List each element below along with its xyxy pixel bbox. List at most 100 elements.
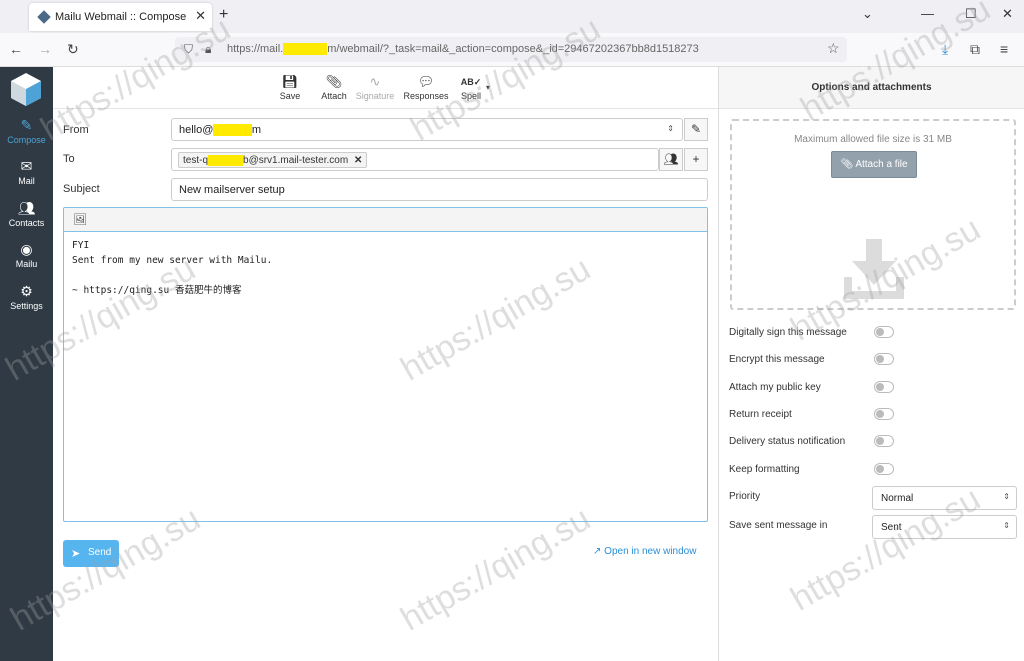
message-body[interactable]: FYI Sent from my new server with Mailu. …: [72, 238, 272, 298]
browser-nav-bar: ← → ↻ ⛉ 🔒︎ https://mail.xxxxxxxxm/webmai…: [0, 33, 1024, 67]
priority-select[interactable]: Normal ⇕: [872, 486, 1017, 510]
remove-recipient-icon[interactable]: ✕: [354, 155, 362, 166]
subject-label: Subject: [63, 183, 100, 195]
url-text: https://mail.xxxxxxxxm/webmail/?_task=ma…: [227, 43, 699, 55]
edit-identity-button[interactable]: ✎: [684, 118, 708, 141]
back-icon[interactable]: ←: [9, 41, 23, 57]
signature-button[interactable]: ∿ Signature: [355, 73, 395, 101]
select-arrows-icon: ⇕: [1003, 492, 1010, 501]
return-receipt-label: Return receipt: [729, 409, 792, 420]
from-label: From: [63, 124, 89, 136]
shield-icon[interactable]: ⛉: [184, 42, 193, 57]
compose-toolbar: 💾︎ Save 📎︎ Attach ∿ Signature 💬︎ Respons…: [53, 67, 718, 109]
contacts-icon: 👥︎: [663, 152, 679, 166]
keep-formatting-toggle[interactable]: [874, 463, 894, 475]
save-button[interactable]: 💾︎ Save: [278, 73, 302, 101]
address-bar[interactable]: ⛉ 🔒︎ https://mail.xxxxxxxxm/webmail/?_ta…: [175, 37, 847, 62]
encrypt-toggle[interactable]: [874, 353, 894, 365]
message-editor[interactable]: 🖼︎ FYI Sent from my new server with Mail…: [63, 207, 708, 522]
save-sent-select[interactable]: Sent ⇕: [872, 515, 1017, 539]
spell-label: Spell: [460, 91, 481, 101]
downloads-icon[interactable]: ⤓: [942, 41, 948, 58]
reload-icon[interactable]: ↻: [67, 41, 79, 58]
signature-label: Signature: [355, 91, 395, 101]
delivery-status-toggle[interactable]: [874, 435, 894, 447]
send-button[interactable]: ➤ Send: [63, 540, 119, 567]
sidebar-item-compose[interactable]: ✎ Compose: [0, 117, 53, 157]
subject-value: New mailserver setup: [179, 184, 285, 196]
priority-label: Priority: [729, 491, 761, 502]
spell-button[interactable]: AB✓ Spell: [458, 73, 484, 101]
forward-icon[interactable]: →: [38, 41, 52, 57]
sidebar-item-settings[interactable]: ⚙ Settings: [0, 283, 53, 323]
open-in-new-window-link[interactable]: ↗ Open in new window: [593, 546, 696, 557]
app-sidebar: ✎ Compose ✉ Mail 👥︎ Contacts ◉ Mailu ⚙ S…: [0, 67, 53, 661]
paperclip-icon: 📎︎: [840, 159, 854, 170]
gear-icon: ⚙: [20, 283, 33, 299]
digitally-sign-label: Digitally sign this message: [729, 327, 847, 338]
external-window-icon: ↗: [593, 546, 602, 557]
to-label: To: [63, 153, 75, 165]
browser-tab-bar: Mailu Webmail :: Compose ✕ + ⌄ — ☐ ✕: [0, 0, 1024, 33]
sidebar-item-mailu[interactable]: ◉ Mailu: [0, 241, 53, 281]
digitally-sign-toggle[interactable]: [874, 326, 894, 338]
responses-label: Responses: [403, 91, 449, 101]
new-tab-icon[interactable]: +: [219, 6, 228, 24]
encrypt-label: Encrypt this message: [729, 354, 825, 365]
attach-button[interactable]: 📎︎ Attach: [318, 73, 350, 101]
priority-value: Normal: [881, 493, 914, 504]
panel-divider: [718, 67, 719, 661]
return-receipt-toggle[interactable]: [874, 408, 894, 420]
max-file-size-text: Maximum allowed file size is 31 MB: [794, 134, 952, 145]
select-arrows-icon: ⇕: [667, 124, 674, 133]
recipient-chip[interactable]: test-qxxxxxxxb@srv1.mail-tester.com ✕: [178, 152, 368, 168]
plus-icon: +: [692, 152, 700, 166]
contacts-icon: 👥︎: [17, 200, 36, 216]
mailu-logo: [11, 73, 41, 106]
envelope-icon: ✉: [20, 158, 33, 174]
save-sent-value: Sent: [881, 522, 902, 533]
address-book-button[interactable]: 👥︎: [659, 148, 683, 171]
select-arrows-icon: ⇕: [1003, 521, 1010, 530]
speech-bubble-icon: 💬︎: [417, 74, 435, 89]
responses-button[interactable]: 💬︎ Responses: [403, 73, 449, 101]
to-input[interactable]: test-qxxxxxxxb@srv1.mail-tester.com ✕: [171, 148, 659, 171]
add-recipient-button[interactable]: +: [684, 148, 708, 171]
attach-file-label: Attach a file: [855, 159, 908, 170]
attach-file-button[interactable]: 📎︎ Attach a file: [831, 151, 917, 178]
html-mode-image-icon[interactable]: 🖼︎: [73, 213, 87, 226]
list-tabs-icon[interactable]: ⌄: [862, 6, 873, 22]
floppy-icon: 💾︎: [281, 74, 299, 89]
close-window-icon[interactable]: ✕: [1002, 6, 1013, 22]
minimize-icon[interactable]: —: [921, 6, 934, 21]
download-tray-icon: [844, 239, 904, 299]
close-tab-icon[interactable]: ✕: [195, 8, 206, 24]
sidebar-item-label: Settings: [10, 301, 43, 311]
from-select[interactable]: hello@xxxxxxxm ⇕: [171, 118, 683, 141]
maximize-icon[interactable]: ☐: [965, 6, 977, 22]
sidebar-item-mail[interactable]: ✉ Mail: [0, 158, 53, 198]
options-panel-title: Options and attachments: [811, 82, 932, 93]
send-label: Send: [88, 547, 112, 558]
attach-public-key-toggle[interactable]: [874, 381, 894, 393]
paperclip-icon: 📎︎: [325, 74, 343, 89]
lock-icon[interactable]: 🔒︎: [205, 42, 211, 57]
subject-input[interactable]: New mailserver setup: [171, 178, 708, 201]
menu-icon[interactable]: ≡: [1000, 41, 1008, 57]
pencil-icon: ✎: [690, 122, 702, 136]
browser-tab[interactable]: Mailu Webmail :: Compose ✕: [29, 3, 212, 31]
mailu-favicon-icon: [37, 10, 51, 24]
sidebar-item-label: Contacts: [8, 218, 45, 228]
open-in-new-window-label: Open in new window: [604, 546, 697, 557]
bookmark-star-icon[interactable]: ☆: [827, 40, 840, 57]
options-panel-header: Options and attachments: [719, 67, 1024, 109]
sidebar-item-contacts[interactable]: 👥︎ Contacts: [0, 200, 53, 240]
save-sent-label: Save sent message in: [729, 520, 828, 531]
spell-dropdown-chevron-icon[interactable]: ▾: [486, 83, 490, 92]
tab-title: Mailu Webmail :: Compose: [55, 11, 187, 23]
delivery-status-label: Delivery status notification: [729, 436, 846, 447]
sidebar-item-label: Mail: [18, 176, 35, 186]
sidebar-item-label: Mailu: [15, 259, 38, 269]
extensions-icon[interactable]: ⧉: [970, 41, 980, 58]
attachment-dropzone[interactable]: Maximum allowed file size is 31 MB 📎︎ At…: [730, 119, 1016, 310]
